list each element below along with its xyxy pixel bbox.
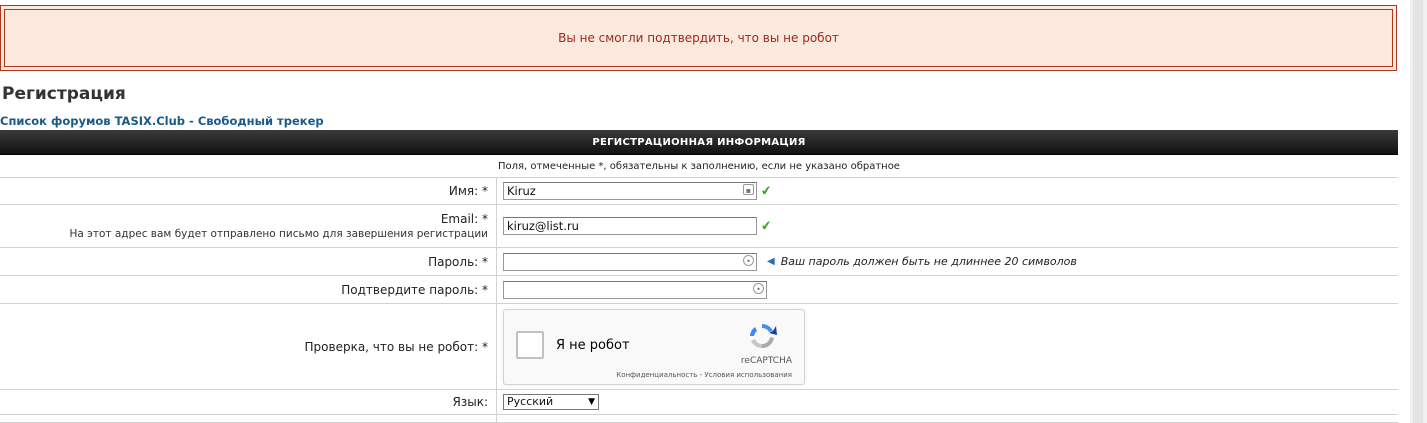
form-header: РЕГИСТРАЦИОННАЯ ИНФОРМАЦИЯ xyxy=(0,130,1398,155)
next-row xyxy=(0,414,1398,423)
username-row: Имя: * ▪ ✔ xyxy=(0,177,1398,205)
password-row: Пароль: * • ◀ Ваш пароль должен быть не … xyxy=(0,247,1398,276)
password-hint: Ваш пароль должен быть не длиннее 20 сим… xyxy=(780,255,1077,268)
email-input[interactable] xyxy=(503,217,757,235)
email-label-cell: Email: * На этот адрес вам будет отправл… xyxy=(0,204,497,248)
email-valid-checkmark-icon: ✔ xyxy=(760,217,773,235)
form-header-row: РЕГИСТРАЦИОННАЯ ИНФОРМАЦИЯ xyxy=(0,130,1398,155)
username-input[interactable] xyxy=(503,182,757,200)
form-note-row: Поля, отмеченные *, обязательны к заполн… xyxy=(0,154,1398,178)
email-sublabel: На этот адрес вам будет отправлено письм… xyxy=(69,228,488,240)
captcha-cell: Я не робот reCAPTCHA Конфиденциальность … xyxy=(496,303,1398,390)
language-cell: Русский ▼ xyxy=(496,389,1398,415)
contact-card-icon: ▪ xyxy=(743,184,754,195)
captcha-row: Проверка, что вы не робот: * Я не робот … xyxy=(0,303,1398,390)
confirm-password-cell: • xyxy=(496,275,1398,304)
scrollbar-thumb[interactable] xyxy=(1413,0,1423,423)
password-cell: • ◀ Ваш пароль должен быть не длиннее 20… xyxy=(496,247,1398,276)
chevron-down-icon: ▼ xyxy=(588,397,595,407)
password-wrap: • ◀ Ваш пароль должен быть не длиннее 20… xyxy=(503,252,1077,271)
language-row: Язык: Русский ▼ xyxy=(0,389,1398,415)
confirm-password-row: Подтвердите пароль: * • xyxy=(0,275,1398,304)
email-cell: ✔ xyxy=(496,204,1398,248)
page-title: Регистрация xyxy=(2,84,126,104)
language-selected-value: Русский xyxy=(507,395,554,408)
captcha-label: Проверка, что вы не робот: * xyxy=(0,303,497,390)
confirm-password-input[interactable] xyxy=(503,280,767,299)
password-label: Пароль: * xyxy=(0,247,497,276)
arrow-left-icon: ◀ xyxy=(767,256,775,267)
language-select[interactable]: Русский ▼ xyxy=(503,394,599,410)
username-wrap: ▪ ✔ xyxy=(503,182,773,200)
breadcrumb-link[interactable]: Список форумов TASIX.Club - Свободный тр… xyxy=(0,114,324,128)
recaptcha-checkbox-label: Я не робот xyxy=(556,337,630,353)
username-cell: ▪ ✔ xyxy=(496,177,1398,205)
error-alert-message: Вы не смогли подтвердить, что вы не робо… xyxy=(558,31,839,45)
key-icon: • xyxy=(753,282,764,294)
confirm-password-box: • xyxy=(503,280,767,299)
registration-form: РЕГИСТРАЦИОННАЯ ИНФОРМАЦИЯ Поля, отмечен… xyxy=(0,130,1398,423)
required-fields-note: Поля, отмеченные *, обязательны к заполн… xyxy=(0,154,1398,178)
next-row-field xyxy=(496,414,1398,423)
language-label: Язык: xyxy=(0,389,497,415)
recaptcha-checkbox[interactable] xyxy=(516,330,544,359)
recaptcha-logo-icon xyxy=(750,323,777,348)
key-icon: • xyxy=(743,254,754,266)
password-input[interactable] xyxy=(503,252,757,271)
email-label: Email: * xyxy=(440,212,488,226)
vertical-scrollbar[interactable] xyxy=(1410,0,1427,423)
recaptcha-brand: reCAPTCHA xyxy=(740,355,792,366)
recaptcha-links[interactable]: Конфиденциальность - Условия использован… xyxy=(616,371,792,379)
recaptcha-widget: Я не робот reCAPTCHA Конфиденциальность … xyxy=(503,308,805,385)
username-label: Имя: * xyxy=(0,177,497,205)
email-wrap: ✔ xyxy=(503,217,773,235)
username-box: ▪ xyxy=(503,182,757,200)
next-row-label xyxy=(0,414,497,423)
password-box: • xyxy=(503,252,757,271)
email-row: Email: * На этот адрес вам будет отправл… xyxy=(0,204,1398,248)
error-alert: Вы не смогли подтвердить, что вы не робо… xyxy=(0,5,1397,71)
error-alert-inner: Вы не смогли подтвердить, что вы не робо… xyxy=(4,9,1393,67)
confirm-password-label: Подтвердите пароль: * xyxy=(0,275,497,304)
username-valid-checkmark-icon: ✔ xyxy=(760,182,773,200)
